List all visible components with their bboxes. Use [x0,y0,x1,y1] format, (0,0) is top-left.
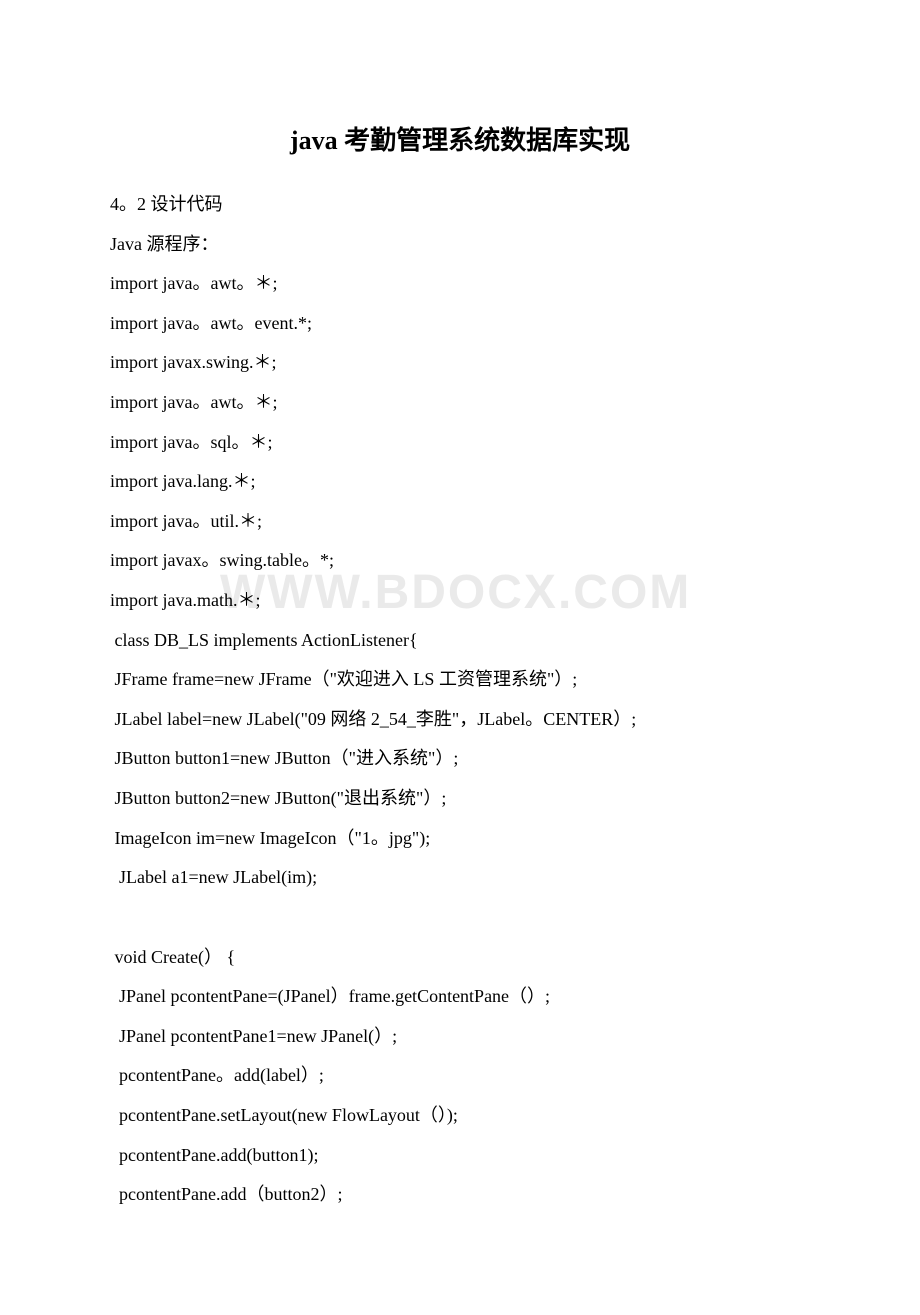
code-line: import javax。swing.table。*; [110,541,810,581]
code-line: JLabel label=new JLabel("09 网络 2_54_李胜"，… [110,700,810,740]
code-line: import java。awt。＊; [110,264,810,304]
code-line: pcontentPane.add（button2）; [110,1175,810,1215]
code-line: import java。sql。＊; [110,423,810,463]
code-line: class DB_LS implements ActionListener{ [110,621,810,661]
code-line: import java。awt。event.*; [110,304,810,344]
code-line: JPanel pcontentPane=(JPanel）frame.getCon… [110,977,810,1017]
code-line: import javax.swing.＊; [110,343,810,383]
code-line: JPanel pcontentPane1=new JPanel(）; [110,1017,810,1057]
code-line: 4。2 设计代码 [110,185,810,225]
code-line: JButton button1=new JButton（"进入系统"）; [110,739,810,779]
document-title: java 考勤管理系统数据库实现 [110,120,810,157]
code-line: import java。util.＊; [110,502,810,542]
code-line: void Create(） { [110,938,810,978]
code-line: JFrame frame=new JFrame（"欢迎进入 LS 工资管理系统"… [110,660,810,700]
code-line: Java 源程序： [110,225,810,265]
code-line: pcontentPane.setLayout(new FlowLayout（）)… [110,1096,810,1136]
code-line: import java.math.＊; [110,581,810,621]
blank-line [110,898,810,938]
code-line: ImageIcon im=new ImageIcon（"1。jpg"); [110,819,810,859]
code-line: import java。awt。＊; [110,383,810,423]
code-line: import java.lang.＊; [110,462,810,502]
code-line: pcontentPane.add(button1); [110,1136,810,1176]
code-line: pcontentPane。add(label）; [110,1056,810,1096]
document-content: java 考勤管理系统数据库实现 4。2 设计代码 Java 源程序： impo… [110,120,810,1215]
code-line: JButton button2=new JButton("退出系统"）; [110,779,810,819]
code-line: JLabel a1=new JLabel(im); [110,858,810,898]
